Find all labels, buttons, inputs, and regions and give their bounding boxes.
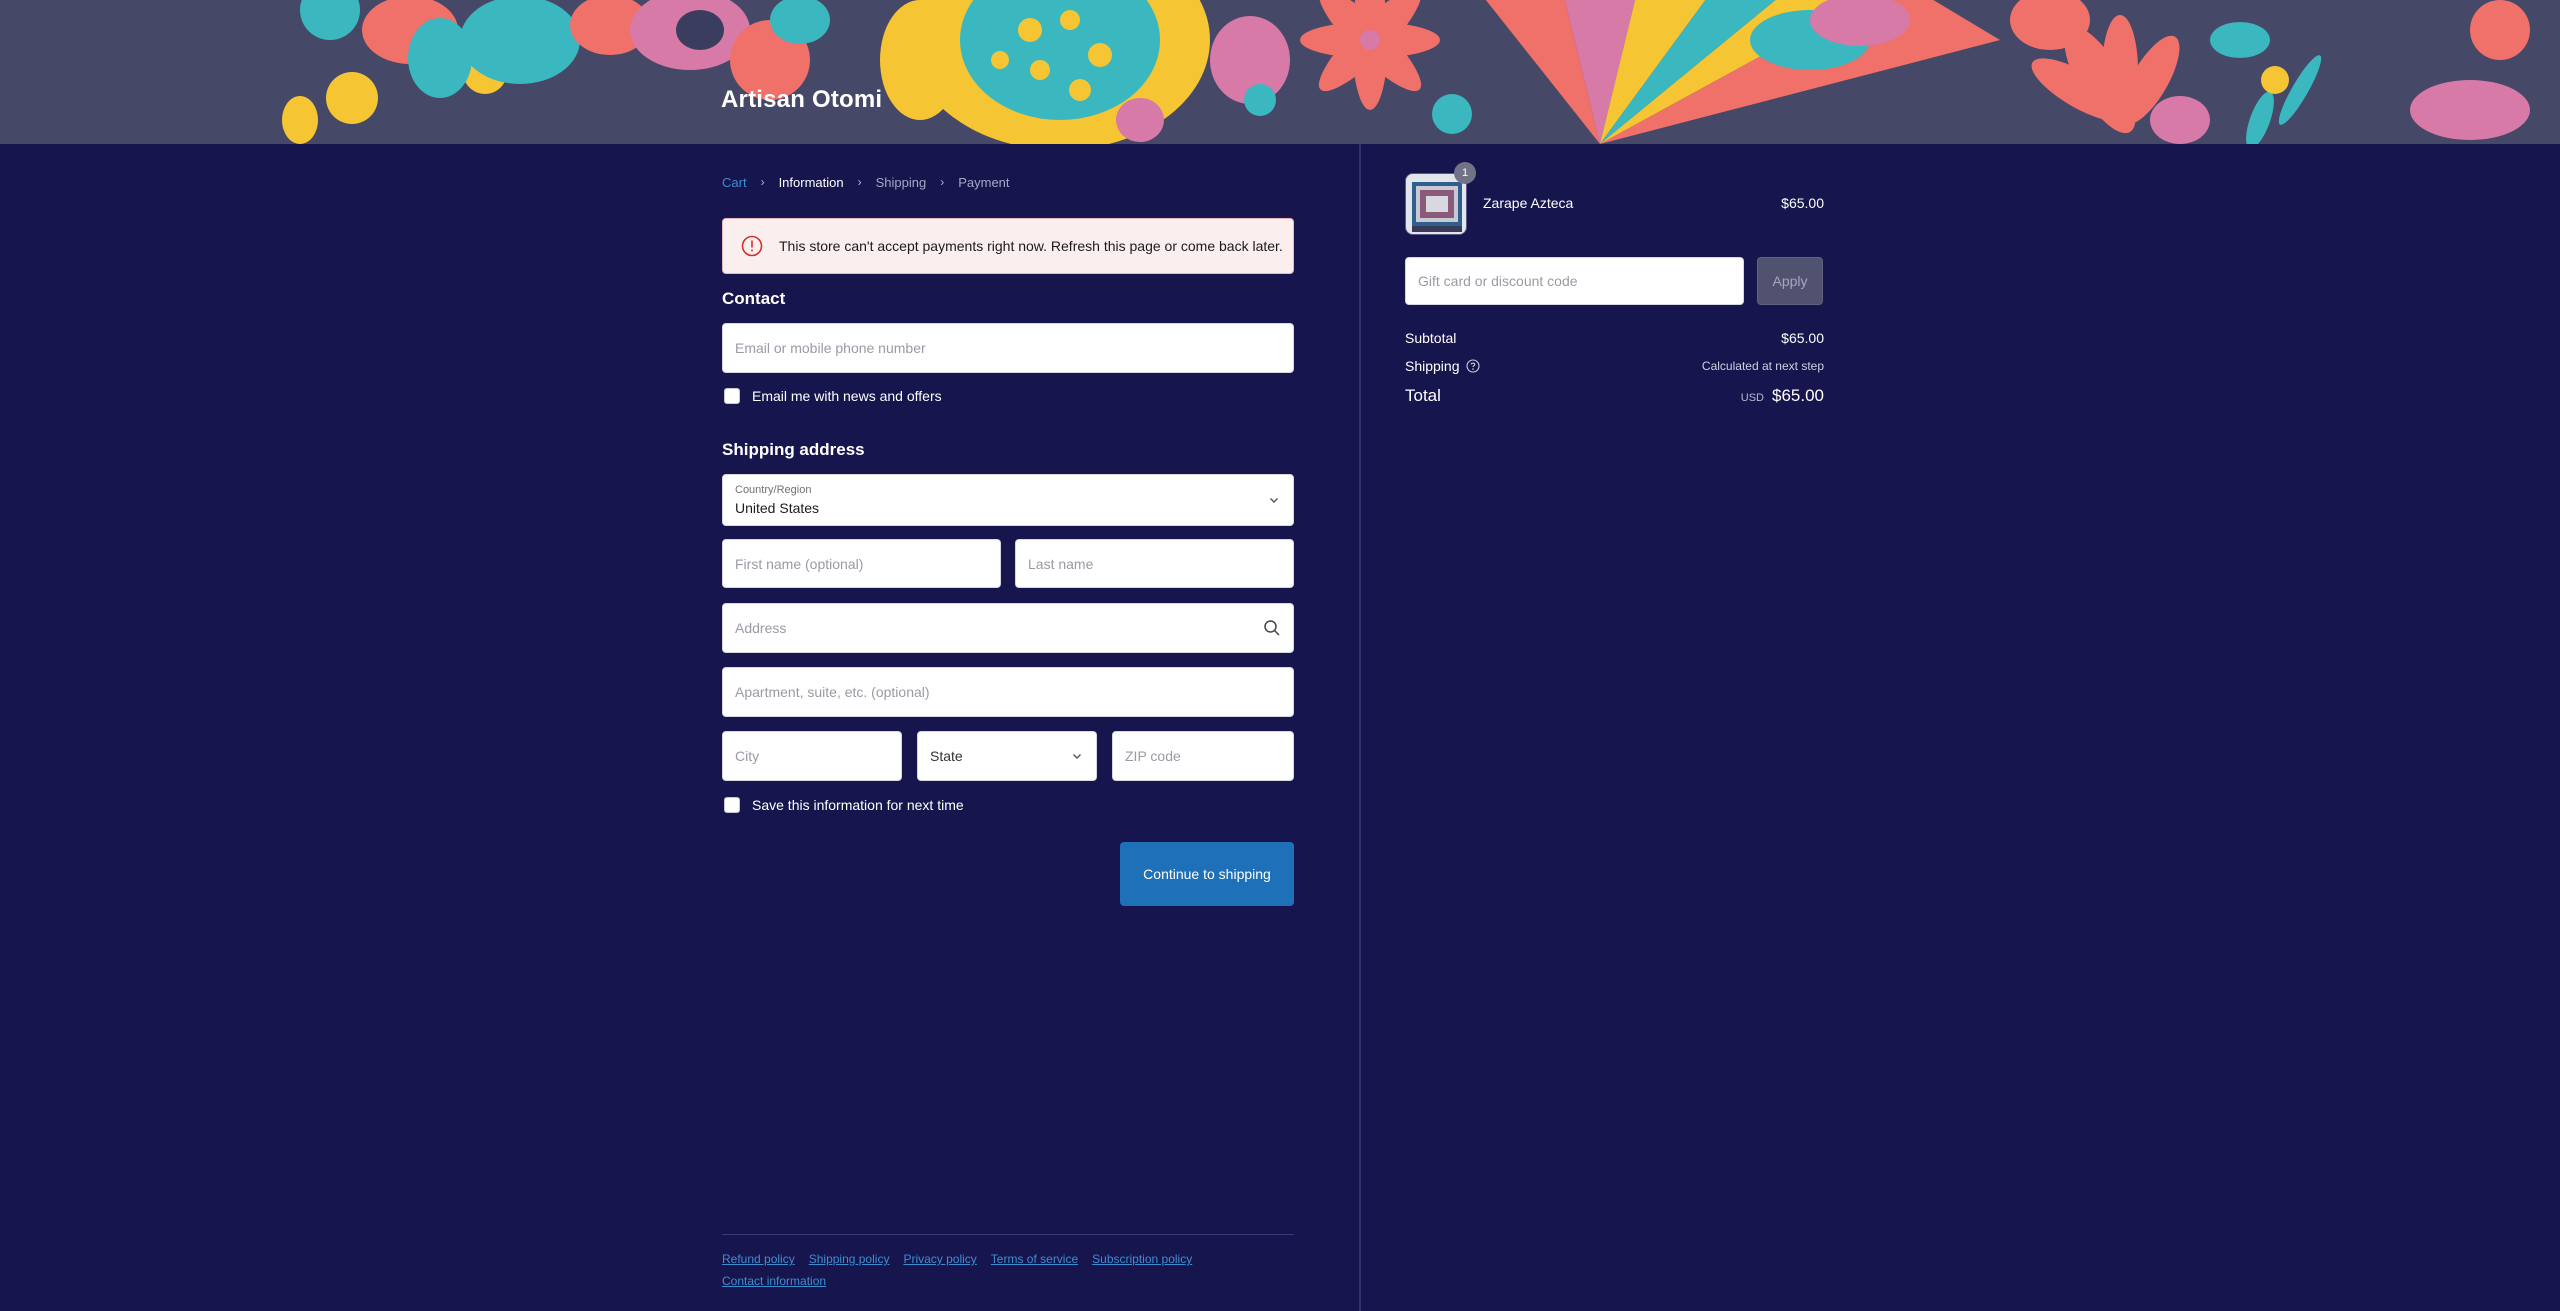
apartment-input[interactable] [723,668,1293,716]
refund-policy-link[interactable]: Refund policy [722,1252,795,1266]
contact-information-link[interactable]: Contact information [722,1274,826,1288]
column-divider [1359,144,1361,1311]
discount-code-input[interactable] [1406,258,1743,304]
subscription-policy-link[interactable]: Subscription policy [1092,1252,1192,1266]
help-icon[interactable] [1465,359,1480,373]
address-field[interactable] [722,603,1294,653]
breadcrumb-cart[interactable]: Cart [722,175,747,190]
currency-code: USD [1740,392,1764,404]
breadcrumb-shipping: Shipping [875,174,927,190]
search-icon[interactable] [1263,619,1281,637]
total-value: $65.00 [1772,386,1824,405]
country-label: Country/Region [735,484,812,496]
product-thumbnail [1405,173,1467,235]
email-field[interactable] [722,323,1294,373]
subtotal-label: Subtotal [1405,330,1457,346]
total-label: Total [1405,386,1441,405]
continue-to-shipping-button[interactable]: Continue to shipping [1120,842,1294,906]
state-value: State [930,748,963,764]
terms-of-service-link[interactable]: Terms of service [991,1252,1078,1266]
floral-banner-art [0,0,2560,144]
newsletter-label: Email me with news and offers [752,388,942,404]
country-select[interactable]: Country/Region United States [722,474,1294,526]
save-info-checkbox[interactable] [724,797,740,813]
breadcrumb-information: Information [778,174,844,190]
alert-message: This store can't accept payments right n… [779,238,1283,254]
shipping-value: Calculated at next step [1701,359,1824,373]
breadcrumb: Cart › Information › Shipping › Payment [722,173,1010,191]
footer-links: Refund policy Shipping policy Privacy po… [722,1252,1294,1296]
first-name-input[interactable] [723,540,1000,587]
privacy-policy-link[interactable]: Privacy policy [903,1252,976,1266]
last-name-input[interactable] [1016,540,1293,587]
chevron-right-icon: › [857,175,862,189]
breadcrumb-payment: Payment [958,174,1010,190]
footer-divider [722,1234,1294,1235]
shipping-policy-link[interactable]: Shipping policy [809,1252,890,1266]
country-value: United States [735,500,820,516]
chevron-down-icon [1270,498,1278,503]
save-info-label: Save this information for next time [752,797,964,813]
discount-code-field[interactable] [1405,257,1744,305]
city-field[interactable] [722,731,902,781]
last-name-field[interactable] [1015,539,1294,588]
chevron-right-icon: › [760,175,765,189]
rug-image [1406,174,1466,234]
contact-heading: Contact [722,289,786,308]
shipping-label: Shipping [1405,358,1460,374]
quantity-badge: 1 [1454,162,1476,184]
zip-input[interactable] [1113,732,1293,780]
header-banner: Artisan Otomi [0,0,2560,144]
email-input[interactable] [723,324,1293,372]
shipping-label-group: Shipping [1405,358,1480,374]
save-info-option[interactable]: Save this information for next time [724,797,964,813]
error-icon [741,235,763,257]
total-row: Total USD $65.00 [1405,386,1824,406]
subtotal-row: Subtotal $65.00 [1405,330,1824,346]
city-input[interactable] [723,732,901,780]
chevron-right-icon: › [940,175,945,189]
address-input[interactable] [723,604,1293,652]
newsletter-option[interactable]: Email me with news and offers [724,388,942,404]
subtotal-value: $65.00 [1781,330,1824,346]
first-name-field[interactable] [722,539,1001,588]
state-select[interactable]: State [917,731,1097,781]
chevron-down-icon [1073,754,1081,759]
newsletter-checkbox[interactable] [724,388,740,404]
apply-discount-button[interactable]: Apply [1757,257,1823,305]
apartment-field[interactable] [722,667,1294,717]
shop-name[interactable]: Artisan Otomi [721,86,882,114]
shipping-row: Shipping Calculated at next step [1405,358,1824,374]
product-price: $65.00 [1781,195,1824,211]
shipping-address-heading: Shipping address [722,440,865,459]
product-name: Zarape Azteca [1483,195,1574,211]
total-value-group: USD $65.00 [1741,386,1824,406]
payment-error-alert: This store can't accept payments right n… [722,218,1294,274]
zip-field[interactable] [1112,731,1294,781]
